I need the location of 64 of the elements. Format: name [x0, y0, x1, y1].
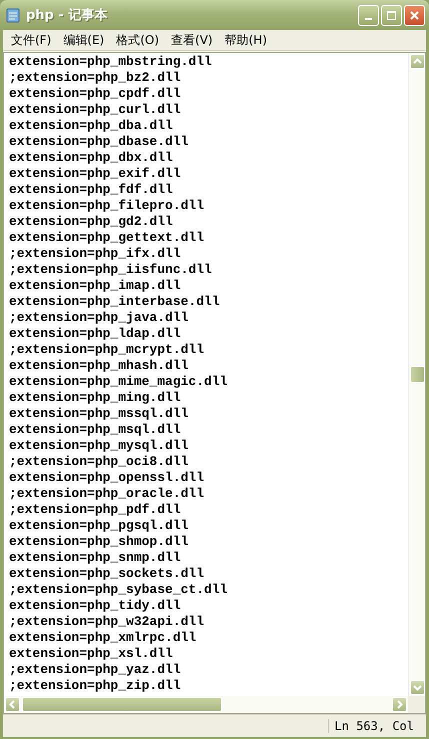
scrollbar-thumb[interactable]	[22, 697, 222, 712]
caret-down-icon	[412, 683, 422, 692]
code-line: ;extension=php_yaz.dll	[9, 662, 182, 678]
code-line: extension=php_ming.dll	[9, 390, 182, 406]
menu-item[interactable]: 帮助(H)	[218, 32, 273, 48]
scroll-right-button[interactable]	[392, 697, 407, 712]
menu-item[interactable]: 编辑(E)	[57, 32, 110, 48]
code-line: extension=php_msql.dll	[9, 422, 182, 438]
code-line: extension=php_gettext.dll	[9, 230, 206, 246]
code-line: ;extension=php_mcrypt.dll	[9, 342, 206, 358]
minimize-icon	[365, 18, 372, 20]
code-line: extension=php_sockets.dll	[9, 566, 206, 582]
code-line: ;extension=php_pdf.dll	[9, 502, 182, 518]
code-line: extension=php_curl.dll	[9, 102, 182, 118]
close-button[interactable]	[404, 4, 425, 26]
code-line: extension=php_mhash.dll	[9, 358, 190, 374]
menu-item[interactable]: 格式(O)	[110, 32, 166, 48]
close-icon	[409, 10, 420, 20]
scroll-up-button[interactable]	[410, 54, 424, 69]
code-line: ;extension=php_zip.dll	[9, 678, 182, 694]
code-line: extension=php_mbstring.dll	[9, 54, 213, 70]
maximize-button[interactable]	[381, 4, 402, 26]
code-line: extension=php_mysql.dll	[9, 438, 190, 454]
menu-item[interactable]: 文件(F)	[5, 32, 58, 48]
code-line: extension=php_filepro.dll	[9, 198, 206, 214]
code-line: extension=php_gd2.dll	[9, 214, 174, 230]
code-line: extension=php_fdf.dll	[9, 182, 174, 198]
code-line: extension=php_exif.dll	[9, 166, 182, 182]
code-line: extension=php_snmp.dll	[9, 550, 182, 566]
code-line: ;extension=php_bz2.dll	[9, 70, 182, 86]
code-line: extension=php_cpdf.dll	[9, 86, 182, 102]
maximize-icon	[386, 10, 397, 20]
code-line: ;extension=php_iisfunc.dll	[9, 262, 213, 278]
code-line: extension=php_pgsql.dll	[9, 518, 190, 534]
code-line: ;extension=php_sybase_ct.dll	[9, 582, 228, 598]
code-line: ;extension=php_oci8.dll	[9, 454, 190, 470]
menu-item[interactable]: 查看(V)	[165, 32, 219, 48]
cursor-position: Ln 563, Col	[328, 719, 414, 733]
code-line: extension=php_imap.dll	[9, 278, 182, 294]
code-line: extension=php_mssql.dll	[9, 406, 190, 422]
code-line: extension=php_dbx.dll	[9, 150, 174, 166]
notepad-icon	[6, 7, 20, 23]
code-line: ;extension=php_java.dll	[9, 310, 190, 326]
caret-right-icon	[395, 700, 404, 709]
code-line: extension=php_openssl.dll	[9, 470, 206, 486]
code-line: extension=php_xsl.dll	[9, 646, 174, 662]
code-line: extension=php_ldap.dll	[9, 326, 182, 342]
code-line: extension=php_mime_magic.dll	[9, 374, 228, 390]
caret-up-icon	[412, 57, 422, 66]
scroll-down-button[interactable]	[410, 680, 424, 695]
scrollbar-thumb[interactable]	[410, 366, 424, 383]
code-line: extension=php_shmop.dll	[9, 534, 190, 550]
code-line: extension=php_xmlrpc.dll	[9, 630, 198, 646]
window-title: php - 记事本	[26, 7, 108, 24]
scroll-left-button[interactable]	[5, 697, 20, 712]
code-line: ;extension=php_oracle.dll	[9, 486, 206, 502]
minimize-button[interactable]	[358, 4, 379, 26]
code-line: ;extension=php_ifx.dll	[9, 246, 182, 262]
code-line: extension=php_dba.dll	[9, 118, 174, 134]
code-line: ;extension=php_w32api.dll	[9, 614, 206, 630]
code-line: extension=php_dbase.dll	[9, 134, 190, 150]
caret-left-icon	[8, 700, 17, 709]
code-line: extension=php_tidy.dll	[9, 598, 182, 614]
code-line: extension=php_interbase.dll	[9, 294, 221, 310]
